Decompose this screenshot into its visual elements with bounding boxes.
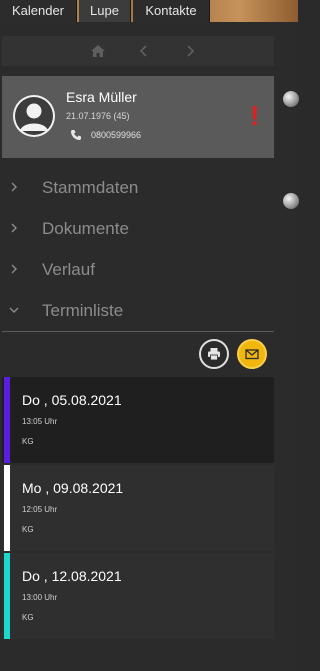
section-label: Stammdaten [42,178,139,197]
chevron-right-icon [11,223,17,233]
chevron-down-icon [9,307,19,313]
pin-handle[interactable] [283,91,299,107]
chevron-right-icon [11,182,17,192]
pin-handle[interactable] [283,193,299,209]
person-icon [15,97,53,135]
appointment-item[interactable]: Mo , 09.08.2021 12:05 Uhr KG [2,465,274,551]
appointment-type: KG [22,525,34,534]
section-terminliste[interactable]: Terminliste [2,291,274,332]
printer-icon [208,348,220,361]
appointment-date: Do , 12.08.2021 [22,568,122,584]
appointment-item[interactable]: Do , 12.08.2021 13:00 Uhr KG [2,553,274,639]
side-strip [280,22,298,671]
appointment-color-bar [4,553,10,639]
chevron-right-icon[interactable] [182,43,198,59]
chevron-right-icon [11,264,17,274]
appointment-time: 13:00 Uhr [22,593,58,602]
section-label: Dokumente [42,219,129,238]
appointment-type: KG [22,613,34,622]
navigation-bar [2,36,274,66]
alert-icon[interactable]: ! [250,102,259,130]
appointment-date: Do , 05.08.2021 [22,392,122,408]
home-icon[interactable] [90,43,106,59]
chevron-left-icon[interactable] [136,43,152,59]
mail-icon [245,349,259,360]
patient-panel: Esra Müller 21.07.1976 (45) 0800599966 !… [0,22,280,671]
appointment-color-bar [4,465,10,551]
tab-lupe[interactable]: Lupe [79,0,131,22]
section-dokumente[interactable]: Dokumente [2,209,274,249]
avatar [13,95,55,137]
appointment-time: 12:05 Uhr [22,505,58,514]
appointment-time: 13:05 Uhr [22,417,58,426]
mail-button[interactable] [237,339,267,369]
section-stammdaten[interactable]: Stammdaten [2,168,274,208]
appointment-type: KG [22,437,34,446]
patient-dob: 21.07.1976 (45) [66,111,130,121]
section-label: Terminliste [42,301,124,320]
patient-name: Esra Müller [66,89,137,105]
phone-icon [71,130,81,140]
section-verlauf[interactable]: Verlauf [2,250,274,290]
appointment-item[interactable]: Do , 05.08.2021 13:05 Uhr KG [2,377,274,463]
tab-kalender[interactable]: Kalender [0,0,77,22]
tab-bar: Kalender Lupe Kontakte [0,0,298,22]
section-label: Verlauf [42,260,95,279]
tab-kontakte[interactable]: Kontakte [133,0,210,22]
print-button[interactable] [199,339,229,369]
appointment-date: Mo , 09.08.2021 [22,480,124,496]
patient-card[interactable]: Esra Müller 21.07.1976 (45) 0800599966 ! [2,76,274,158]
appointment-color-bar [4,377,10,463]
patient-phone[interactable]: 0800599966 [91,130,141,140]
